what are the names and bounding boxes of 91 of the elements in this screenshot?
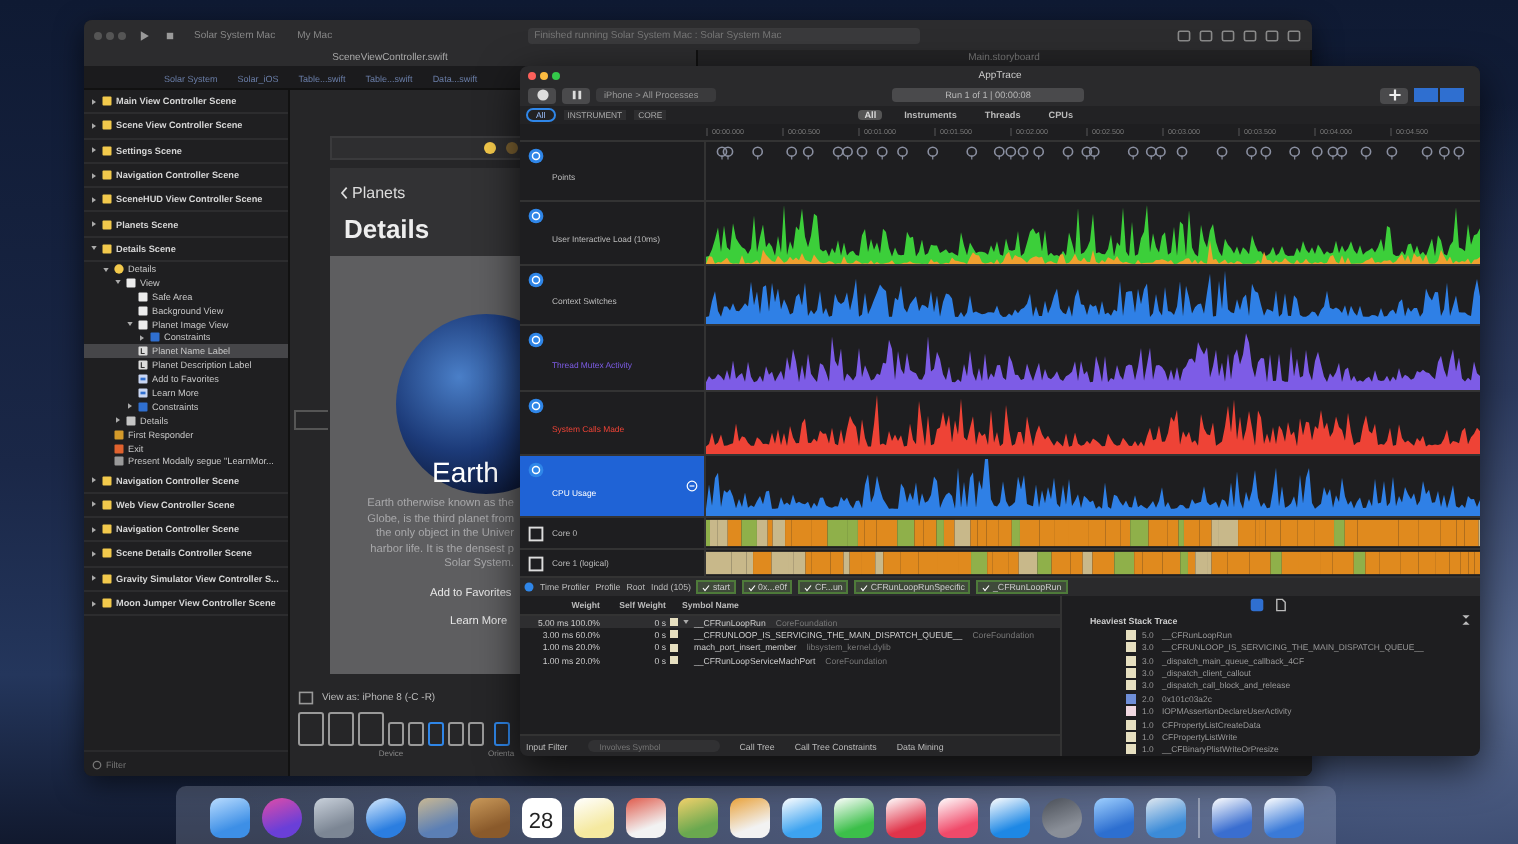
scene-icon [102, 219, 112, 230]
collapse-icon[interactable] [1460, 614, 1472, 627]
instrument-icon [528, 272, 544, 288]
disclosure-triangle-icon[interactable] [90, 171, 98, 180]
device-icon[interactable] [298, 712, 324, 746]
view-toggle[interactable] [1414, 88, 1464, 102]
device-icon[interactable] [358, 712, 384, 746]
device-icon[interactable] [408, 722, 424, 746]
disclosure-triangle-icon[interactable] [90, 146, 98, 155]
device-icon[interactable] [468, 722, 484, 746]
app-icon[interactable] [625, 798, 665, 838]
scene-icon [102, 499, 112, 510]
planet-name-label[interactable]: Earth [432, 456, 499, 488]
play-icon[interactable] [136, 27, 152, 43]
responder-icon [114, 429, 124, 440]
instrument-icon [528, 462, 544, 478]
scene-icon [102, 548, 112, 559]
checkmark-icon [860, 583, 869, 591]
device-icon[interactable] [448, 722, 464, 746]
chevron-icon [340, 186, 348, 200]
checkmark-icon [982, 583, 991, 591]
constraints-icon [138, 401, 148, 412]
constraints-icon [150, 332, 160, 343]
label-icon [138, 346, 148, 357]
navitem-icon [126, 415, 136, 426]
exit-icon [114, 443, 124, 454]
stop-icon[interactable] [162, 27, 178, 43]
disclosure-triangle-icon[interactable] [90, 195, 98, 204]
checkmark-icon [702, 583, 711, 591]
instrument-icon [528, 332, 544, 348]
app-icon[interactable] [209, 798, 249, 838]
disclosure-triangle-icon[interactable] [90, 599, 98, 608]
scene-icon [102, 475, 112, 486]
add-button[interactable] [1380, 87, 1408, 103]
pause-button[interactable] [562, 87, 590, 103]
label-icon [138, 360, 148, 371]
app-icon[interactable] [573, 798, 613, 838]
scene-icon [102, 524, 112, 535]
panel-icon[interactable] [298, 690, 314, 706]
instrument-icon [528, 148, 544, 164]
stack-view-icon[interactable] [1250, 597, 1264, 612]
device-icon[interactable] [388, 722, 404, 746]
app-icon[interactable] [885, 798, 925, 838]
scene-icon [102, 598, 112, 609]
options-icon[interactable] [686, 480, 698, 492]
controller-icon [114, 264, 124, 275]
disclosure-triangle-icon[interactable] [90, 549, 98, 558]
filter-icon [92, 759, 102, 769]
app-icon[interactable] [365, 798, 405, 838]
device-icon[interactable] [428, 722, 444, 746]
view-controller-icon[interactable] [484, 142, 496, 154]
disclosure-triangle-icon[interactable] [90, 121, 98, 130]
device-icon[interactable] [493, 722, 510, 746]
plus-icon [1387, 88, 1401, 102]
disclosure-triangle-icon[interactable] [90, 97, 98, 106]
app-icon[interactable] [781, 798, 821, 838]
back-button[interactable]: Planets [340, 184, 406, 202]
disclosure-triangle-icon[interactable] [90, 525, 98, 534]
app-icon[interactable] [833, 798, 873, 838]
document-icon[interactable] [1274, 597, 1288, 612]
record-button[interactable] [528, 87, 556, 103]
scene-icon [102, 96, 112, 107]
disclosure-triangle-icon[interactable] [90, 574, 98, 583]
checkmark-icon [748, 583, 757, 591]
scene-icon [102, 170, 112, 181]
instrument-icon [528, 398, 544, 414]
disclosure-triangle-icon[interactable] [90, 220, 98, 229]
app-icon[interactable] [729, 798, 769, 838]
checkmark-icon [804, 583, 813, 591]
pause-icon [569, 88, 583, 102]
app-icon[interactable] [677, 798, 717, 838]
device-icon[interactable] [328, 712, 354, 746]
time-profiler-icon [524, 582, 534, 592]
window-controls-icon[interactable] [528, 71, 560, 79]
scene-icon [102, 573, 112, 584]
scene-icon [102, 120, 112, 131]
screen-title: Details [344, 214, 430, 244]
disclosure-triangle-icon[interactable] [90, 476, 98, 485]
app-icon[interactable] [417, 798, 457, 838]
calendar-icon[interactable]: 28 [521, 798, 561, 838]
instrument-icon [528, 208, 544, 224]
app-icon[interactable] [937, 798, 977, 838]
scene-icon [102, 243, 112, 254]
scene-icon [102, 145, 112, 156]
app-icon[interactable] [989, 798, 1029, 838]
app-icon[interactable] [313, 798, 353, 838]
scene-icon [102, 194, 112, 205]
disclosure-triangle-icon[interactable] [90, 500, 98, 509]
record-icon [535, 88, 549, 102]
segue-icon [114, 456, 124, 467]
app-icon[interactable] [1145, 798, 1185, 838]
